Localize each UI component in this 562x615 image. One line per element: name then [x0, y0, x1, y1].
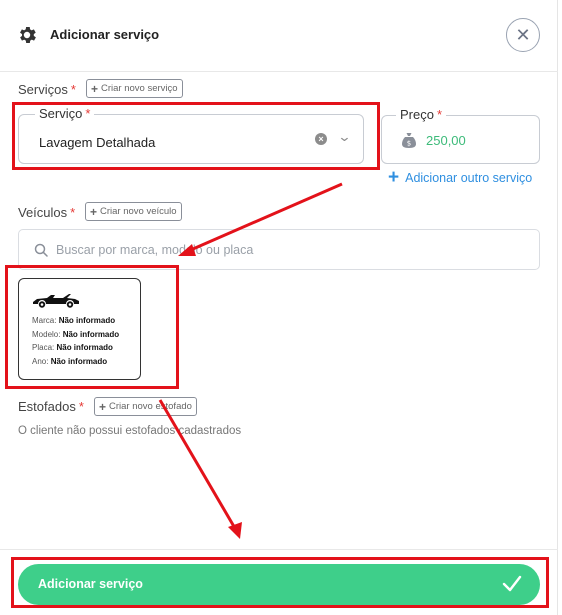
vehicle-year-row: Ano: Não informado: [32, 357, 107, 366]
close-icon: ✕: [515, 24, 531, 45]
upholstery-empty-message: O cliente não possui estofados cadastrad…: [18, 425, 242, 437]
service-selected-value: Lavagem Detalhada: [39, 135, 156, 150]
vehicles-label-text: Veículos: [18, 205, 68, 220]
vehicle-plate-row: Placa: Não informado: [32, 343, 113, 352]
create-vehicle-label: Criar novo veículo: [100, 206, 177, 217]
required-marker: *: [70, 205, 76, 220]
submit-label: Adicionar serviço: [38, 577, 143, 591]
money-bag-icon: $: [402, 133, 416, 148]
add-service-panel: Adicionar serviço ✕ Serviços * + Criar no…: [0, 0, 558, 615]
upholstery-label-text: Estofados: [18, 399, 76, 414]
vehicle-plate-key: Placa:: [32, 343, 55, 352]
vehicle-brand-key: Marca:: [32, 316, 57, 325]
plus-icon: +: [90, 204, 98, 219]
check-icon: [502, 575, 522, 592]
gear-icon: [20, 27, 36, 43]
footer-divider: [0, 549, 558, 550]
create-service-label: Criar novo serviço: [101, 83, 178, 94]
search-icon: [34, 243, 48, 257]
create-upholstery-label: Criar novo estofado: [109, 401, 192, 412]
vehicle-model-row: Modelo: Não informado: [32, 330, 119, 339]
search-placeholder: Buscar por marca, modelo ou placa: [56, 243, 254, 257]
vehicle-plate-value: Não informado: [56, 343, 113, 352]
vehicle-model-key: Modelo:: [32, 330, 61, 339]
price-value: 250,00: [426, 133, 466, 148]
vehicle-brand-value: Não informado: [58, 316, 116, 325]
required-marker: *: [436, 107, 443, 122]
close-button[interactable]: ✕: [506, 18, 540, 52]
add-other-service-link[interactable]: + Adicionar outro serviço: [388, 167, 533, 188]
page-title: Adicionar serviço: [50, 27, 160, 42]
svg-text:$: $: [407, 140, 411, 148]
service-select-legend: Serviço *: [35, 106, 95, 121]
vehicle-model-value: Não informado: [62, 330, 120, 339]
vehicle-brand-row: Marca: Não informado: [32, 316, 115, 325]
required-marker: *: [70, 82, 76, 97]
vehicle-search-input[interactable]: Buscar por marca, modelo ou placa: [18, 229, 540, 270]
convertible-car-icon: [33, 294, 79, 308]
submit-add-service-button[interactable]: Adicionar serviço: [18, 564, 540, 605]
price-field[interactable]: Preço * $ 250,00: [381, 107, 540, 164]
service-legend-text: Serviço: [39, 106, 83, 121]
clear-icon[interactable]: ×: [315, 133, 327, 145]
required-marker: *: [78, 399, 84, 414]
upholstery-section-label: Estofados *: [18, 399, 84, 414]
required-marker: *: [85, 106, 91, 121]
plus-icon: +: [99, 399, 107, 414]
services-label-text: Serviços: [18, 82, 68, 97]
add-other-service-label: Adicionar outro serviço: [405, 171, 533, 185]
plus-icon: +: [91, 81, 99, 96]
panel-header: Adicionar serviço ✕: [0, 0, 558, 72]
services-section-label: Serviços *: [18, 82, 76, 97]
price-legend-text: Preço: [400, 107, 434, 122]
create-service-button[interactable]: + Criar novo serviço: [86, 79, 183, 98]
vehicle-year-value: Não informado: [50, 357, 108, 366]
vehicles-section-label: Veículos *: [18, 205, 75, 220]
create-vehicle-button[interactable]: + Criar novo veículo: [85, 202, 182, 221]
vehicle-card[interactable]: Marca: Não informado Modelo: Não informa…: [18, 278, 141, 380]
price-field-legend: Preço *: [396, 107, 447, 122]
plus-icon: +: [388, 167, 400, 188]
create-upholstery-button[interactable]: + Criar novo estofado: [94, 397, 197, 416]
service-select[interactable]: Serviço * Lavagem Detalhada × ⌄: [18, 106, 364, 164]
vehicle-year-key: Ano:: [32, 357, 49, 366]
chevron-down-icon[interactable]: ⌄: [337, 129, 351, 145]
